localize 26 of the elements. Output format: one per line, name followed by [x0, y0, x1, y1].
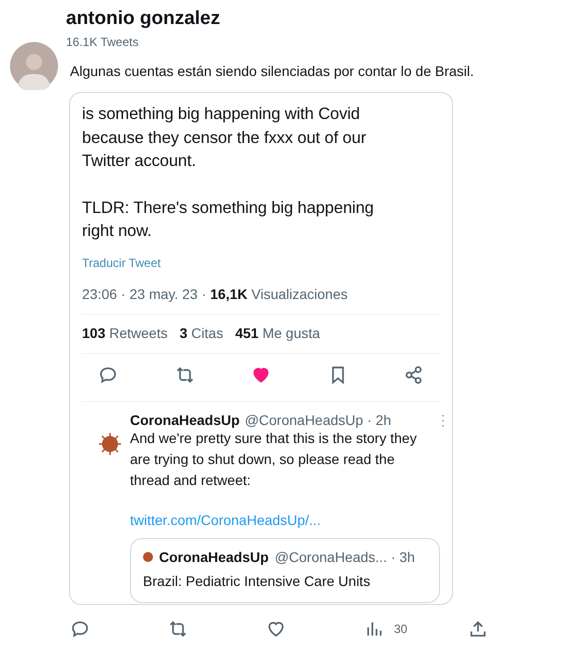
- avatar-dot-icon: [143, 552, 153, 562]
- avatar: [10, 42, 58, 90]
- author-handle: @CoronaHeadsUp · 2h: [244, 412, 392, 428]
- tweet-paragraph: TLDR: There's something big happening right now.: [82, 198, 375, 242]
- tweet-count: 16.1K Tweets: [66, 35, 140, 49]
- retweet-icon[interactable]: [168, 619, 188, 639]
- reply-text: And we're pretty sure that this is the story they are trying to shut down, so please read the thread and retweet:: [130, 428, 418, 490]
- stat-count[interactable]: 3 Citas: [180, 324, 224, 340]
- heart-icon[interactable]: [266, 619, 286, 639]
- tweet-timestamp: 23:06 · 23 may. 23 · 16,1K Visualizaciones: [82, 286, 349, 302]
- retweet-icon[interactable]: [174, 364, 194, 384]
- share-icon[interactable]: [404, 364, 424, 384]
- author-name: CoronaHeadsUp: [130, 412, 240, 428]
- stat-count[interactable]: 103 Retweets: [82, 324, 168, 340]
- author-handle: @CoronaHeads... · 3h: [274, 548, 415, 564]
- tweet-paragraph: is something big happening with Covid because they censor the fxxx out of our Twitter account.: [82, 104, 368, 172]
- translate-link[interactable]: Traducir Tweet: [82, 256, 161, 270]
- stat-count[interactable]: 451 Me gusta: [235, 324, 320, 340]
- reply-icon[interactable]: [98, 364, 118, 384]
- share-icon[interactable]: [468, 619, 488, 639]
- virus-avatar-icon: [98, 432, 122, 456]
- profile-name: antonio gonzalez: [66, 8, 222, 30]
- author-name: CoronaHeadsUp: [159, 548, 269, 564]
- quote-text: Brazil: Pediatric Intensive Care Units: [143, 572, 372, 590]
- reply-icon[interactable]: [70, 619, 90, 639]
- view-count: 30: [394, 622, 408, 636]
